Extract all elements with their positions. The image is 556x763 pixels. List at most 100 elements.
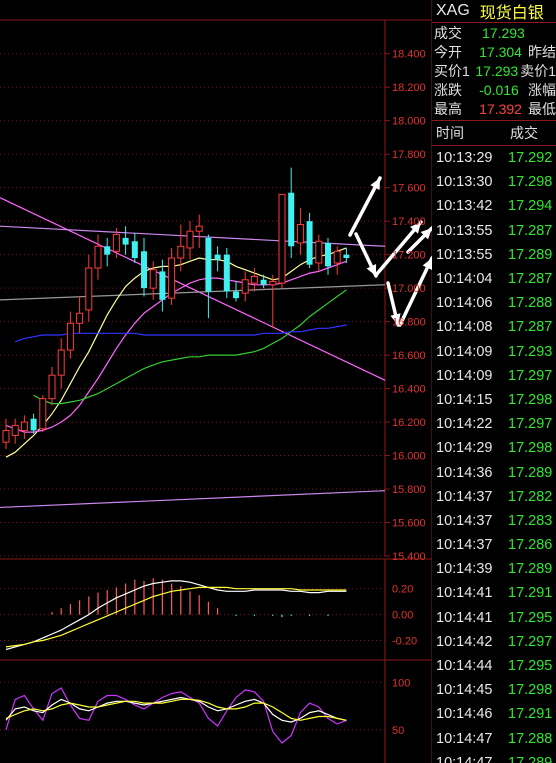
tick-row[interactable]: 10:14:37 17.283: [432, 509, 556, 533]
candle-body: [214, 254, 221, 260]
quote-value: 17.293: [482, 24, 525, 41]
tick-row[interactable]: 10:14:39 17.289: [432, 557, 556, 581]
candle-body: [168, 257, 176, 299]
tick-price: 17.289: [508, 246, 553, 263]
quote-value: -0.016: [479, 81, 519, 98]
tick-time: 10:14:06: [436, 295, 493, 312]
kdj-k-line: [5, 696, 347, 723]
candle-body: [76, 312, 84, 324]
quote-panel: XAG 现货白银 成交 17.293 今开 17.304 昨结 买价1 17.293 卖价1 涨…: [432, 0, 556, 763]
tick-time: 10:14:29: [436, 440, 493, 457]
candle-body: [112, 234, 120, 252]
quote-value: 17.293: [475, 62, 519, 79]
candle-body: [104, 246, 111, 255]
tick-row[interactable]: 10:13:30 17.298: [432, 170, 556, 194]
ticks-header: 时间 成交: [432, 121, 556, 146]
tick-time: 10:14:09: [436, 367, 493, 384]
tick-price: 17.289: [508, 464, 553, 481]
y-tick-label: 17.800: [392, 149, 426, 161]
tick-row[interactable]: 10:14:45 17.298: [432, 678, 556, 702]
tick-price: 17.291: [508, 585, 553, 602]
y-tick-label: 16.400: [392, 384, 426, 396]
y-tick-label: 15.800: [392, 484, 426, 496]
kdj-tick-label: 50: [392, 725, 404, 737]
tick-row[interactable]: 10:13:29 17.292: [432, 146, 556, 170]
y-tick-label: 16.600: [392, 350, 426, 362]
candle-body: [205, 237, 212, 292]
tick-time: 10:14:41: [436, 585, 493, 602]
tick-row[interactable]: 10:14:09 17.293: [432, 340, 556, 364]
tick-row[interactable]: 10:14:09 17.297: [432, 364, 556, 388]
tick-price: 17.298: [508, 440, 553, 457]
y-tick-label: 16.200: [392, 417, 426, 429]
tick-price: 17.289: [508, 754, 553, 763]
tick-row[interactable]: 10:14:37 17.286: [432, 533, 556, 557]
y-tick-label: 17.200: [392, 250, 426, 262]
ticks-list[interactable]: 10:13:29 17.292 10:13:30 17.298 10:13:42 17.2…: [432, 146, 556, 763]
quote-row: 最高 17.392 最低: [432, 99, 556, 118]
tick-price: 17.282: [508, 488, 553, 505]
tick-time: 10:13:55: [436, 246, 493, 263]
symbol-code: XAG: [436, 2, 470, 19]
candle-body: [333, 250, 341, 264]
tick-time: 10:14:37: [436, 537, 493, 554]
quote-label-2: 昨结: [528, 43, 556, 60]
candle-body: [250, 275, 258, 284]
tick-price: 17.297: [508, 367, 553, 384]
candle-body: [94, 245, 102, 269]
y-tick-label: 15.400: [392, 551, 426, 563]
tick-row[interactable]: 10:14:41 17.295: [432, 606, 556, 630]
tick-price: 17.287: [508, 319, 553, 336]
tick-row[interactable]: 10:14:41 17.291: [432, 581, 556, 605]
kdj-tick-label: 100: [392, 677, 410, 689]
tick-row[interactable]: 10:14:36 17.289: [432, 460, 556, 484]
tick-row[interactable]: 10:14:47 17.289: [432, 751, 556, 763]
tick-row[interactable]: 10:13:55 17.289: [432, 243, 556, 267]
quote-value: 17.392: [479, 100, 522, 117]
tick-row[interactable]: 10:14:06 17.288: [432, 291, 556, 315]
tick-time: 10:14:36: [436, 464, 493, 481]
tick-row[interactable]: 10:14:29 17.298: [432, 436, 556, 460]
candle-body: [296, 224, 304, 244]
candle-body: [288, 192, 295, 247]
tick-time: 10:14:22: [436, 416, 493, 433]
tick-row[interactable]: 10:14:22 17.297: [432, 412, 556, 436]
quote-label-2: 涨幅: [528, 81, 556, 98]
tick-row[interactable]: 10:14:46 17.291: [432, 702, 556, 726]
tick-row[interactable]: 10:14:08 17.287: [432, 315, 556, 339]
macd-tick-label: -0.20: [392, 635, 417, 647]
tick-time: 10:14:41: [436, 609, 493, 626]
tick-time: 10:14:39: [436, 561, 493, 578]
tick-row[interactable]: 10:13:42 17.294: [432, 194, 556, 218]
tick-time: 10:14:37: [436, 488, 493, 505]
quote-label: 买价1: [434, 62, 470, 79]
quote-header: XAG 现货白银: [432, 0, 556, 23]
tick-row[interactable]: 10:13:55 17.287: [432, 219, 556, 243]
tick-row[interactable]: 10:14:42 17.297: [432, 630, 556, 654]
tick-row[interactable]: 10:14:15 17.298: [432, 388, 556, 412]
candle-body: [122, 237, 129, 245]
candle-body: [66, 322, 74, 351]
tick-time: 10:13:29: [436, 150, 493, 167]
price-chart[interactable]: 18.400 18.200 18.000 17.800 17.600 17.400 17.2…: [0, 0, 432, 763]
candle-body: [2, 429, 10, 443]
candle-body: [57, 349, 65, 376]
tick-row[interactable]: 10:14:44 17.295: [432, 654, 556, 678]
tick-row[interactable]: 10:14:04 17.287: [432, 267, 556, 291]
tick-time: 10:14:04: [436, 271, 493, 288]
candle-body: [241, 279, 249, 294]
candle-body: [315, 240, 323, 264]
tick-row[interactable]: 10:14:47 17.288: [432, 727, 556, 751]
y-tick-label: 17.400: [392, 216, 426, 228]
ticks-header-time: 时间: [436, 125, 464, 141]
quote-label: 最高: [434, 100, 462, 117]
tick-row[interactable]: 10:14:37 17.282: [432, 485, 556, 509]
y-tick-label: 17.600: [392, 183, 426, 195]
tick-price: 17.286: [508, 537, 553, 554]
candle-body: [195, 225, 203, 232]
tick-price: 17.298: [508, 391, 553, 408]
candle-body: [278, 193, 286, 284]
tick-time: 10:14:15: [436, 391, 493, 408]
trend-line: [0, 284, 386, 301]
tick-time: 10:13:30: [436, 174, 493, 191]
